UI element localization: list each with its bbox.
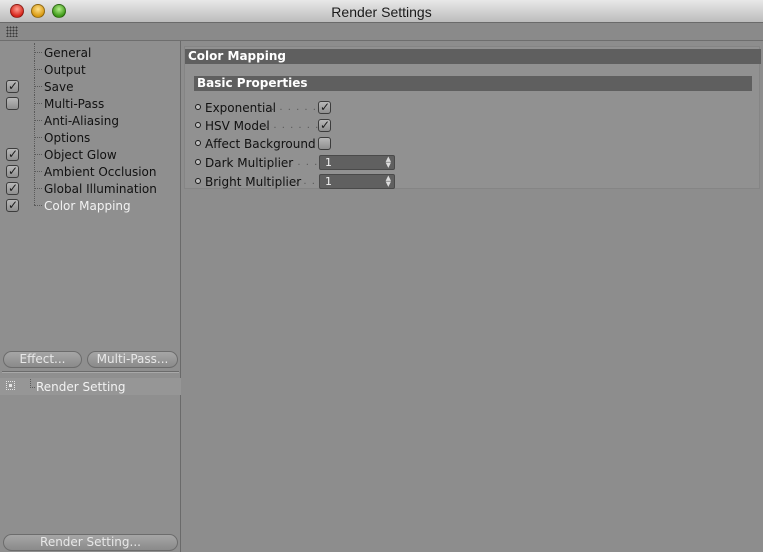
- affect-background-checkbox[interactable]: [318, 137, 331, 150]
- property-affect-background: Affect Background .: [195, 135, 595, 152]
- check-icon: ✓: [8, 147, 19, 161]
- sidebar-item-output[interactable]: Output: [0, 60, 181, 78]
- property-bright-multiplier: Bright Multiplier . . . . 1 ▲ ▼: [195, 173, 595, 190]
- window-title: Render Settings: [331, 4, 432, 20]
- render-setting-button[interactable]: Render Setting...: [3, 534, 178, 551]
- sidebar-item-label: Options: [44, 131, 91, 145]
- render-setting-icon: [6, 381, 15, 390]
- sidebar-item-multi-pass[interactable]: Multi-Pass: [0, 94, 181, 112]
- sidebar-item-save[interactable]: ✓ Save: [0, 77, 181, 95]
- check-icon: ✓: [8, 181, 19, 195]
- check-icon: ✓: [8, 164, 19, 178]
- property-label: Dark Multiplier: [205, 156, 294, 170]
- sidebar-item-label: Save: [44, 80, 74, 94]
- property-label: Affect Background: [205, 137, 316, 151]
- check-icon: ✓: [320, 118, 331, 132]
- property-hsv-model: HSV Model . . . . . . . . ✓: [195, 117, 595, 134]
- sidebar-item-label: Output: [44, 63, 86, 77]
- sidebar-checkbox[interactable]: ✓: [6, 181, 19, 195]
- grip-icon[interactable]: [6, 26, 18, 37]
- sidebar-item-ambient-occlusion[interactable]: ✓ Ambient Occlusion: [0, 162, 181, 180]
- multi-pass-button[interactable]: Multi-Pass...: [87, 351, 178, 368]
- property-label: HSV Model: [205, 119, 270, 133]
- sidebar-checkbox[interactable]: ✓: [6, 147, 19, 161]
- hsv-model-checkbox[interactable]: ✓: [318, 118, 331, 132]
- exponential-checkbox[interactable]: ✓: [318, 100, 331, 114]
- sidebar-checkbox[interactable]: ✓: [6, 79, 19, 93]
- animation-dot-icon[interactable]: [195, 178, 201, 184]
- settings-sidebar: General Output ✓ Save Multi-Pass Anti-Aliasin…: [0, 41, 181, 552]
- stepper-arrows-icon[interactable]: ▲ ▼: [386, 175, 391, 188]
- effect-button[interactable]: Effect...: [3, 351, 82, 368]
- animation-dot-icon[interactable]: [195, 122, 201, 128]
- sidebar-item-label: General: [44, 46, 92, 60]
- sidebar-item-label: Ambient Occlusion: [44, 165, 157, 179]
- sidebar-item-label: Anti-Aliasing: [44, 114, 119, 128]
- group-title[interactable]: Basic Properties: [194, 76, 752, 91]
- sidebar-checkbox[interactable]: ✓: [6, 164, 19, 178]
- sidebar-item-label: Color Mapping: [44, 199, 131, 213]
- sidebar-item-object-glow[interactable]: ✓ Object Glow: [0, 145, 181, 163]
- dark-multiplier-field[interactable]: 1 ▲ ▼: [319, 155, 395, 170]
- sidebar-item-color-mapping[interactable]: ✓ Color Mapping: [0, 196, 181, 214]
- animation-dot-icon[interactable]: [195, 140, 201, 146]
- property-label: Bright Multiplier: [205, 175, 302, 189]
- color-mapping-section: Color Mapping Basic Properties Exponenti…: [184, 46, 761, 190]
- bright-multiplier-field[interactable]: 1 ▲ ▼: [319, 174, 395, 189]
- sidebar-item-options[interactable]: Options: [0, 128, 181, 146]
- sidebar-item-anti-aliasing[interactable]: Anti-Aliasing: [0, 111, 181, 129]
- title-bar: Render Settings: [0, 0, 763, 23]
- property-exponential: Exponential . . . . . . . ✓: [195, 99, 595, 116]
- sidebar-item-label: Object Glow: [44, 148, 117, 162]
- toolbar: [0, 23, 763, 41]
- property-label: Exponential: [205, 101, 276, 115]
- sidebar-item-label: Global Illumination: [44, 182, 157, 196]
- render-setting-item[interactable]: Render Setting: [0, 378, 181, 395]
- check-icon: ✓: [320, 100, 331, 114]
- check-icon: ✓: [8, 198, 19, 212]
- animation-dot-icon[interactable]: [195, 104, 201, 110]
- animation-dot-icon[interactable]: [195, 159, 201, 165]
- sidebar-item-general[interactable]: General: [0, 43, 181, 61]
- sidebar-item-global-illumination[interactable]: ✓ Global Illumination: [0, 179, 181, 197]
- render-setting-label: Render Setting: [36, 380, 126, 394]
- check-icon: ✓: [8, 79, 19, 93]
- sidebar-divider: [2, 371, 179, 373]
- property-dark-multiplier: Dark Multiplier . . . . 1 ▲ ▼: [195, 154, 595, 171]
- section-title: Color Mapping: [185, 49, 761, 64]
- sidebar-checkbox[interactable]: ✓: [6, 198, 19, 212]
- properties-panel: Color Mapping Basic Properties Exponenti…: [182, 41, 763, 552]
- stepper-arrows-icon[interactable]: ▲ ▼: [386, 156, 391, 169]
- sidebar-checkbox[interactable]: [6, 97, 19, 110]
- sidebar-item-label: Multi-Pass: [44, 97, 105, 111]
